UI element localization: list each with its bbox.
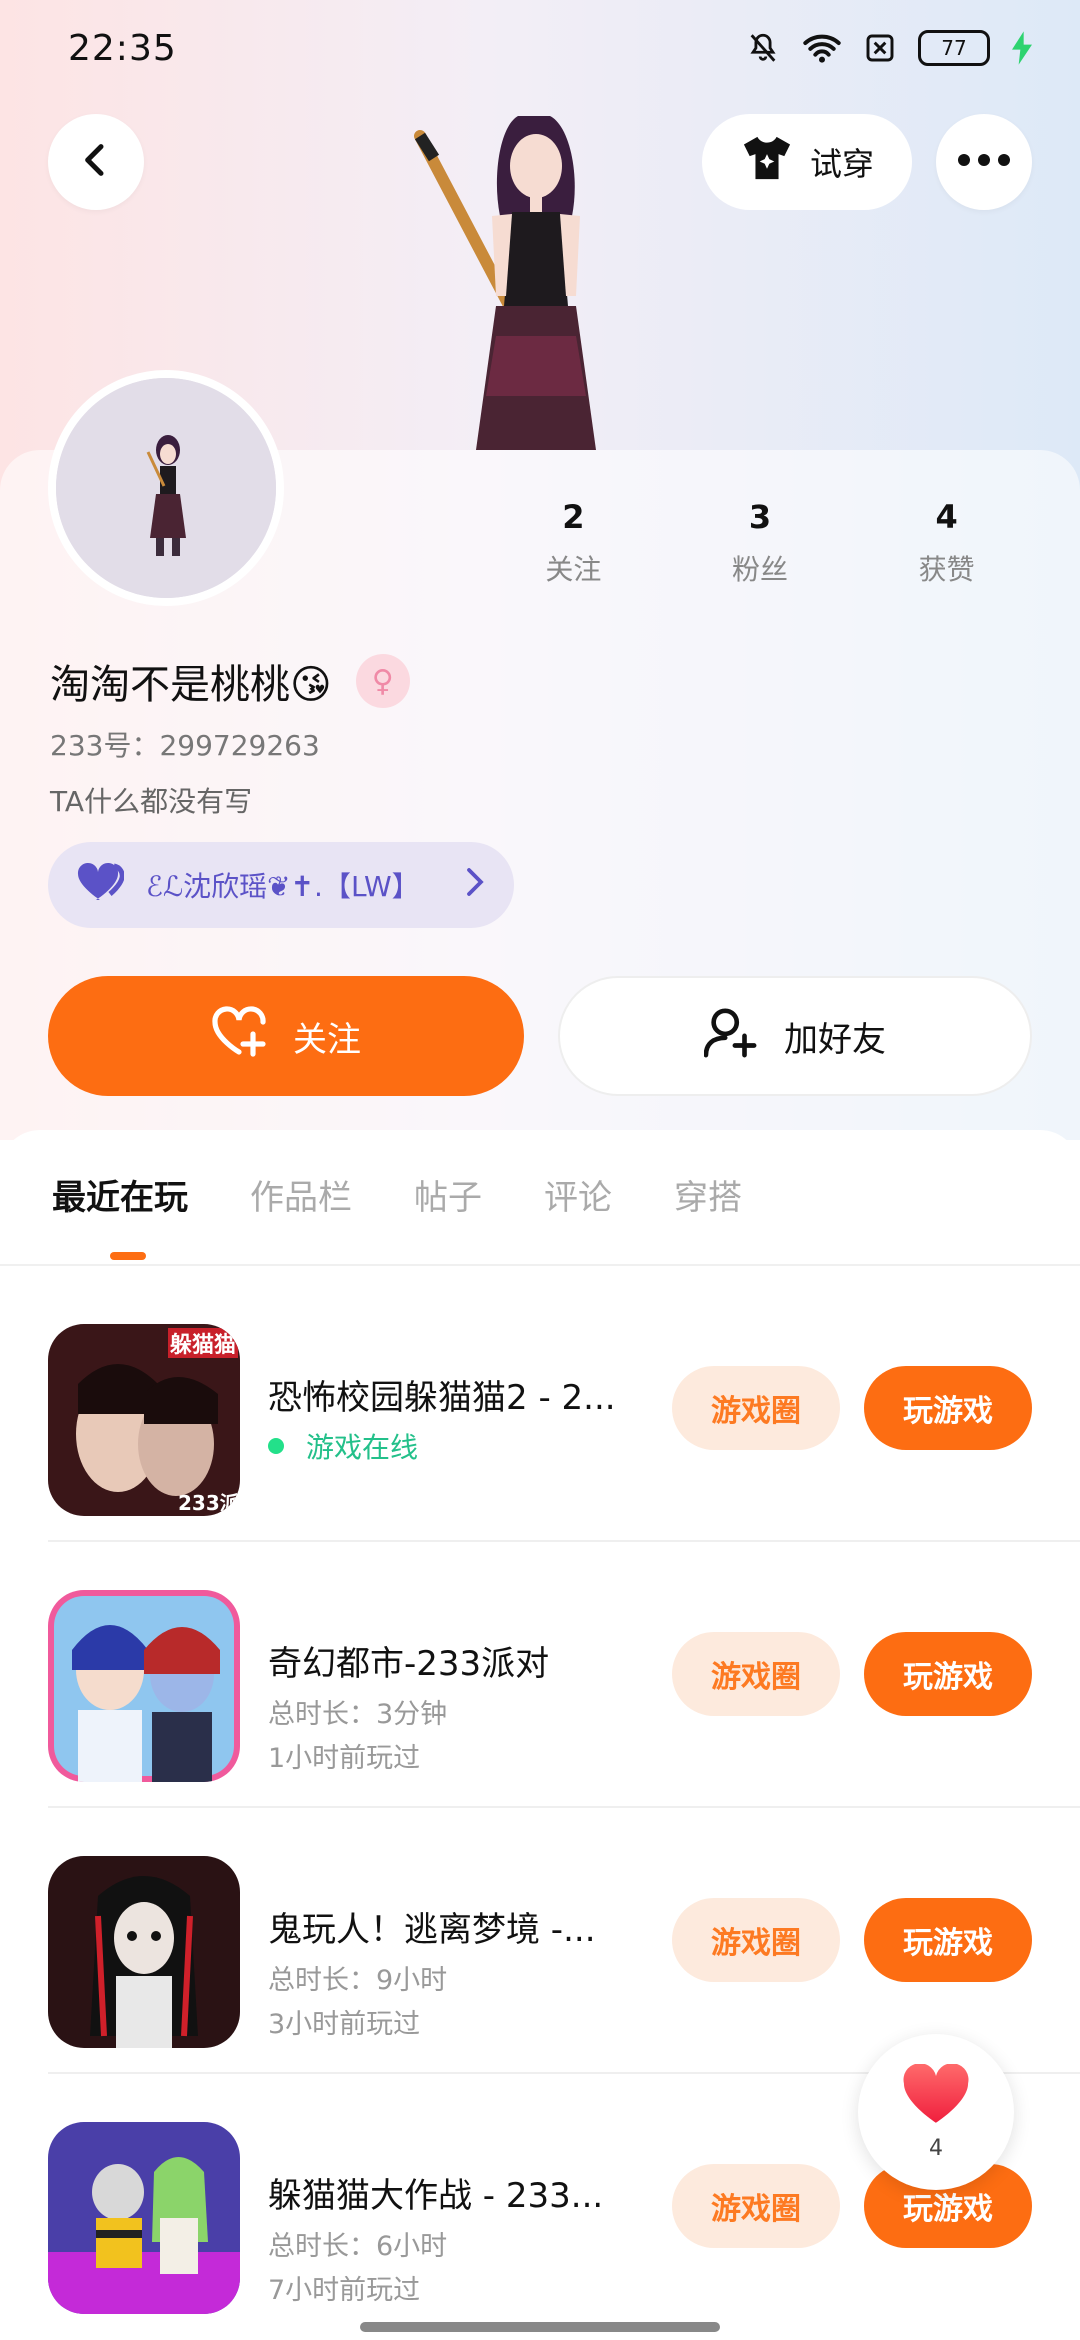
game-playtime: 总时长：3分钟 [268,1699,448,1730]
add-user-icon [703,1006,758,1067]
game-title: 鬼玩人！逃离梦境 -... [268,1910,596,1950]
game-icon[interactable] [48,2122,240,2314]
bell-muted-icon [746,31,780,65]
game-icon-caption: 233派对 [178,1491,240,1515]
battery-icon: 77 [918,30,990,66]
stat-likes[interactable]: 4 获赞 [853,498,1040,588]
online-status: 游戏在线 [268,1426,418,1466]
group-name: ℰℒ沈欣瑶❦✝.【LW】 [146,870,420,903]
status-icons: 77 [746,30,1032,66]
stat-followers-label: 粉丝 [732,553,789,586]
add-friend-label: 加好友 [784,1019,886,1060]
try-on-label: 试穿 [809,145,874,183]
chevron-left-icon [76,140,116,184]
bio: TA什么都没有写 [50,785,253,818]
user-id: 233号：299729263 [50,729,320,762]
stat-followers-count: 3 [748,498,772,536]
like-floating-button[interactable]: 4 [858,2034,1014,2190]
game-list-item[interactable]: 鬼玩人！逃离梦境 -... 总时长：9小时 3小时前玩过 游戏圈 玩游戏 [0,1808,1080,2074]
heart-plus-icon [211,1005,267,1067]
game-title: 奇幻都市-233派对 [268,1644,550,1684]
play-game-button[interactable]: 玩游戏 [864,1632,1032,1716]
stat-likes-label: 获赞 [918,553,975,586]
more-options-button[interactable] [936,114,1032,210]
profile-stats: 2 关注 3 粉丝 4 获赞 [480,498,1040,588]
tab-works[interactable]: 作品栏 [250,1170,352,1260]
home-indicator[interactable] [360,2322,720,2332]
avatar[interactable] [48,370,284,606]
charging-icon [1012,31,1032,65]
tab-posts[interactable]: 帖子 [414,1170,482,1260]
sim-off-icon [864,32,896,64]
add-friend-button[interactable]: 加好友 [558,976,1032,1096]
more-dots-icon [956,152,1012,172]
status-bar: 22:35 77 [0,0,1080,96]
group-badge[interactable]: ℰℒ沈欣瑶❦✝.【LW】 [48,842,514,928]
game-icon[interactable] [48,1856,240,2048]
play-game-button[interactable]: 玩游戏 [864,1898,1032,1982]
tab-comments[interactable]: 评论 [544,1170,612,1260]
username-row: 淘淘不是桃桃😘 ♀ [50,652,410,710]
game-last-played: 7小时前玩过 [268,2275,421,2306]
tab-outfits[interactable]: 穿搭 [674,1170,742,1260]
game-list-item[interactable]: 奇幻都市-233派对 总时长：3分钟 1小时前玩过 游戏圈 玩游戏 [0,1542,1080,1808]
stat-following-count: 2 [562,498,585,536]
game-circle-button[interactable]: 游戏圈 [672,1366,840,1450]
game-icon-title: 躲猫猫 [170,1332,236,1358]
online-status-label: 游戏在线 [306,1431,419,1464]
try-on-button[interactable]: 试穿 [702,114,912,210]
female-gender-icon: ♀ [355,654,410,708]
back-button[interactable] [48,114,144,210]
game-title: 躲猫猫大作战 - 233... [268,2176,604,2216]
heart-icon [76,862,125,909]
tab-recent-games[interactable]: 最近在玩 [52,1170,188,1260]
play-game-button[interactable]: 玩游戏 [864,1366,1032,1450]
game-circle-button[interactable]: 游戏圈 [672,1898,840,1982]
game-last-played: 1小时前玩过 [268,1743,421,1774]
game-last-played: 3小时前玩过 [268,2009,421,2040]
stat-following[interactable]: 2 关注 [480,498,667,588]
online-dot-icon [268,1438,284,1454]
tshirt-icon [740,133,794,191]
profile-tabs: 最近在玩 作品栏 帖子 评论 穿搭 [0,1170,1080,1260]
tabs-divider [0,1264,1080,1266]
follow-label: 关注 [293,1019,361,1060]
chevron-right-icon [464,867,486,904]
stat-following-label: 关注 [545,553,602,586]
stat-followers[interactable]: 3 粉丝 [667,498,854,588]
stat-likes-count: 4 [935,498,958,536]
game-icon[interactable]: 躲猫猫 233派对 [48,1324,240,1516]
game-circle-button[interactable]: 游戏圈 [672,2164,840,2248]
game-circle-button[interactable]: 游戏圈 [672,1632,840,1716]
like-count: 4 [929,2135,943,2161]
status-time: 22:35 [68,27,177,69]
username: 淘淘不是桃桃😘 [50,662,332,708]
wifi-icon [802,31,842,65]
game-icon[interactable] [48,1590,240,1782]
game-playtime: 总时长：6小时 [268,2231,448,2262]
game-playtime: 总时长：9小时 [268,1965,448,1996]
game-title: 恐怖校园躲猫猫2 - 2... [268,1378,616,1418]
follow-button[interactable]: 关注 [48,976,524,1096]
game-list-item[interactable]: 躲猫猫 233派对 恐怖校园躲猫猫2 - 2... 游戏在线 游戏圈 玩游戏 [0,1276,1080,1542]
avatar-character-image [400,96,660,450]
heart-icon [901,2062,971,2130]
